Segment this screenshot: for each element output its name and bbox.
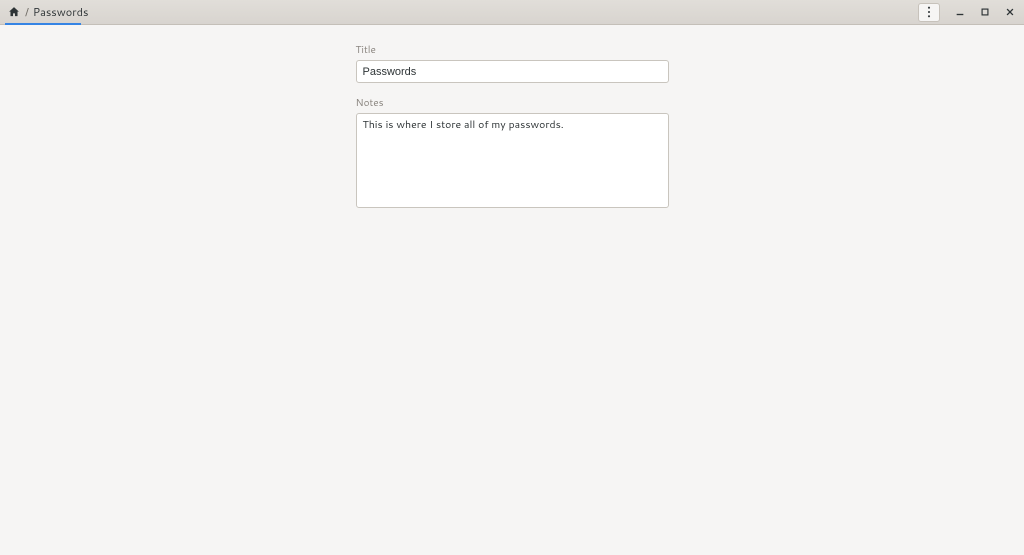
notes-textarea[interactable] [356,113,669,208]
minimize-button[interactable] [949,3,971,22]
title-input[interactable] [356,60,669,83]
breadcrumb-current[interactable]: Passwords [31,4,91,20]
main-content: Title Notes [0,25,1024,212]
breadcrumb-active-indicator [5,23,81,25]
breadcrumb-group: / Passwords [5,0,90,24]
home-icon[interactable] [5,3,23,21]
breadcrumb: / Passwords [3,0,90,24]
window-controls [918,0,1021,24]
notes-label: Notes [356,96,669,110]
breadcrumb-separator: / [23,4,31,20]
menu-button[interactable] [918,3,940,22]
edit-form: Title Notes [356,43,669,212]
maximize-button[interactable] [974,3,996,22]
header-bar: / Passwords [0,0,1024,25]
title-label: Title [356,43,669,57]
close-button[interactable] [999,3,1021,22]
form-spacer [356,83,669,96]
